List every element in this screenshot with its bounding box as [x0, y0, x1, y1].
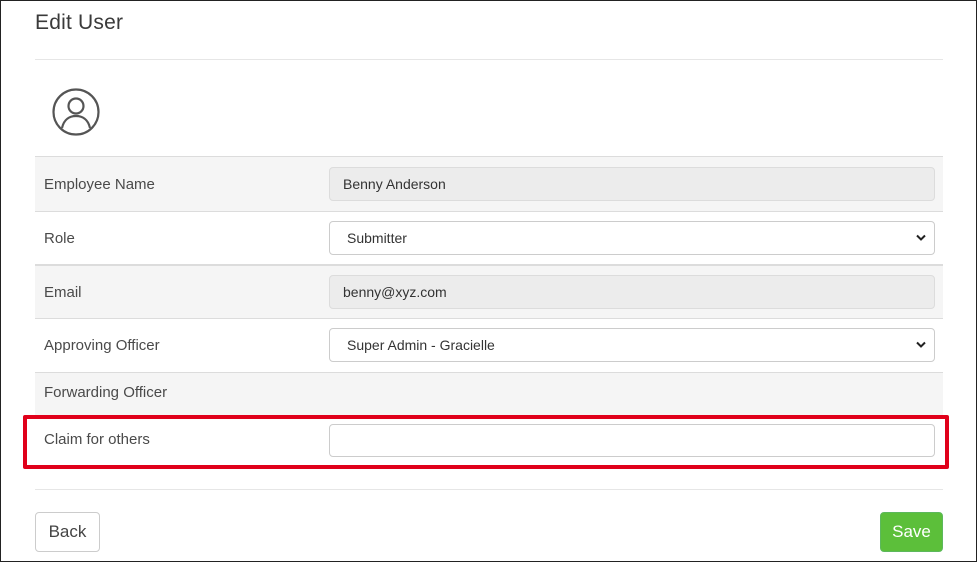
- user-circle-icon: [52, 88, 100, 136]
- email-label: Email: [44, 284, 82, 301]
- divider-top: [35, 59, 943, 60]
- email-field: benny@xyz.com: [329, 275, 935, 309]
- email-value: benny@xyz.com: [343, 284, 447, 300]
- highlight-box: [23, 415, 949, 469]
- approving-officer-row: Approving Officer Super Admin - Graciell…: [35, 318, 943, 372]
- chevron-down-icon: [916, 234, 926, 241]
- edit-user-panel: Edit User Employee Name Benny Anderson R…: [0, 0, 977, 562]
- approving-officer-label: Approving Officer: [44, 337, 160, 354]
- back-button[interactable]: Back: [35, 512, 100, 552]
- role-select[interactable]: Submitter: [329, 221, 935, 255]
- role-row: Role Submitter: [35, 211, 943, 264]
- forwarding-officer-row: Forwarding Officer: [35, 372, 943, 415]
- forwarding-officer-label: Forwarding Officer: [44, 384, 168, 401]
- chevron-down-icon: [916, 341, 926, 348]
- approving-officer-value: Super Admin - Gracielle: [347, 337, 495, 353]
- role-label: Role: [44, 230, 75, 247]
- employee-name-row: Employee Name Benny Anderson: [35, 156, 943, 211]
- save-button[interactable]: Save: [880, 512, 943, 552]
- employee-name-label: Employee Name: [44, 176, 155, 193]
- divider-bottom: [35, 489, 943, 490]
- page-title: Edit User: [35, 11, 124, 34]
- role-value: Submitter: [347, 230, 407, 246]
- email-row: Email benny@xyz.com: [35, 264, 943, 318]
- approving-officer-select[interactable]: Super Admin - Gracielle: [329, 328, 935, 362]
- employee-name-field: Benny Anderson: [329, 167, 935, 201]
- employee-name-value: Benny Anderson: [343, 176, 446, 192]
